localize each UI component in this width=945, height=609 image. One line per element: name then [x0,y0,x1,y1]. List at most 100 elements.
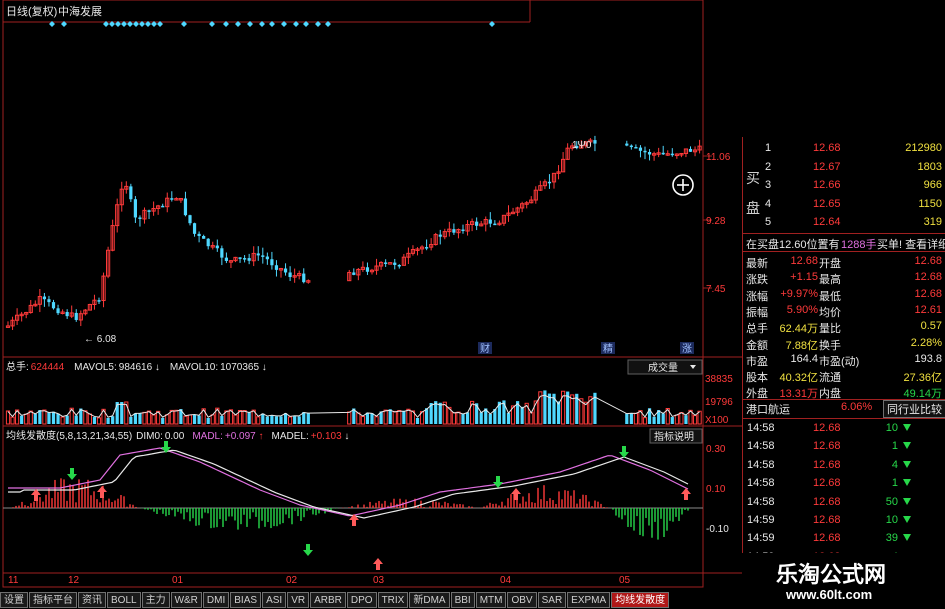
volume-bar [87,413,93,425]
tab-15[interactable]: MTM [475,592,507,608]
candle-body [188,215,192,224]
volume-bar [383,409,388,425]
event-marker-jing[interactable]: 精 [603,342,613,355]
quote-row: 最新 12.68 开盘 12.68 [743,253,945,271]
indicator-help-button[interactable]: 指标说明 [649,428,703,444]
volume-bar [506,413,511,424]
event-marker-cai[interactable]: 财 [480,342,490,355]
quote-value: 12.68 [790,255,818,267]
order-level: 4 [765,197,772,210]
tab-16[interactable]: OBV [507,592,537,608]
crosshair-cursor-icon[interactable] [672,174,694,196]
trade-time: 14:58 [747,495,775,508]
arrow-down-icon [903,424,911,431]
quote-value: 12.68 [914,287,942,300]
sell-arrow-icon [493,476,503,488]
candle-body [352,272,356,275]
order-book-row[interactable]: 5 12.64 319 [743,214,945,232]
tab-18[interactable]: EXPMA [567,592,611,608]
candle-body [97,300,101,302]
quote-value: +1.15 [790,271,818,284]
candle-body [365,267,370,272]
candle-body [634,147,638,149]
volume-bar [206,417,210,424]
madl-label: MADL: [192,431,223,442]
candle-body [638,147,643,151]
tab-19[interactable]: 均线发散度 [611,592,670,608]
indicator-help-label[interactable]: 指标说明 [654,430,694,443]
volume-bar [306,412,310,424]
buy-arrow-icon [681,488,691,500]
tab-5[interactable]: W&R [170,592,202,608]
mavol5-value: 984616 [119,362,153,373]
volume-bar [392,410,397,425]
volume-bar [265,416,269,424]
volume-bar [283,413,288,424]
quote-row: 涨幅 +9.97% 最低 12.68 [743,286,945,304]
tab-8[interactable]: ASI [262,592,287,608]
tab-3[interactable]: BOLL [107,592,141,608]
volume-bar [142,411,147,425]
dim-value: 0.00 [165,431,185,442]
event-marker-zhang[interactable]: 涨 [682,343,692,355]
big-order-notice[interactable]: 在买盘12.60位置有 1288手 买单! 查看详细 [743,234,945,252]
price-axis: 11.06 9.28 7.45 [703,152,731,295]
volume-bar [24,413,29,425]
order-book-row[interactable]: 2 12.67 1803 [743,159,945,177]
quote-row: 振幅 5.90% 均价 12.61 [743,302,945,320]
volume-bar [33,413,37,424]
volume-bar [96,417,102,425]
trade-qty: 4 [891,458,898,471]
volume-bar [692,415,698,425]
tab-0[interactable]: 设置 [0,592,28,608]
tab-17[interactable]: SAR [537,592,567,608]
volume-header: 总手: 624444 MAVOL5: 984616 ↓ MAVOL10: 1070365 … [6,360,267,373]
quote-value: 5.90% [786,303,818,316]
tab-6[interactable]: DMI [202,592,230,608]
tab-4[interactable]: 主力 [141,592,170,608]
candle-body [670,153,674,156]
candle-body [220,248,224,258]
candle-body [688,148,693,152]
tab-7[interactable]: BIAS [230,592,262,608]
order-volume: 1150 [918,197,942,210]
candle-body [283,268,288,273]
volume-dropdown[interactable]: 成交量 [627,359,703,375]
tab-11[interactable]: DPO [346,592,377,608]
candle-body [170,198,174,200]
trade-price: 12.68 [813,514,841,526]
volume-bar [60,416,65,425]
order-book-row[interactable]: 1 12.68 212980 [743,140,945,158]
volume-tick: 38835 [705,374,733,385]
trade-qty: 1 [891,440,898,453]
volume-bar [625,413,629,424]
volume-dropdown-label[interactable]: 成交量 [648,361,678,374]
stock-name: 中海发展 [58,4,102,18]
tab-2[interactable]: 资讯 [78,592,106,608]
candle-body [256,253,260,256]
tab-14[interactable]: BBI [450,592,475,608]
volume-bar [456,411,461,425]
volume-bar [451,412,456,425]
volume-bar [187,414,193,425]
tab-12[interactable]: TRIX [377,592,409,608]
tab-9[interactable]: VR [287,592,310,608]
quote-row: 市盈 164.4 市盈(动) 193.8 [743,351,945,369]
x-axis-label: 05 [619,575,631,586]
madel-value: +0.103 [311,431,342,442]
order-price: 12.66 [813,179,841,191]
candle-body [384,262,388,264]
volume-bar [629,413,633,424]
order-book-row[interactable]: 4 12.65 1150 [743,196,945,214]
tab-10[interactable]: ARBR [310,592,346,608]
order-book-row[interactable]: 3 12.66 966 [743,177,945,195]
industry-compare-button[interactable]: 同行业比较 [883,400,945,418]
tab-13[interactable]: 新DMA [409,592,450,608]
notice-action-link[interactable]: 买单! 查看详细 [877,236,945,252]
trade-row: 14:58 12.68 1 [743,475,945,493]
chart-svg[interactable]: 日线(复权) 中海发展 11.06 9.28 7.45 ← 6.08 1Ψ0 财… [0,0,742,591]
tab-1[interactable]: 指标平台 [29,592,77,608]
volume-bar [92,417,97,424]
candle-body [288,272,292,278]
candle-body [161,205,165,208]
